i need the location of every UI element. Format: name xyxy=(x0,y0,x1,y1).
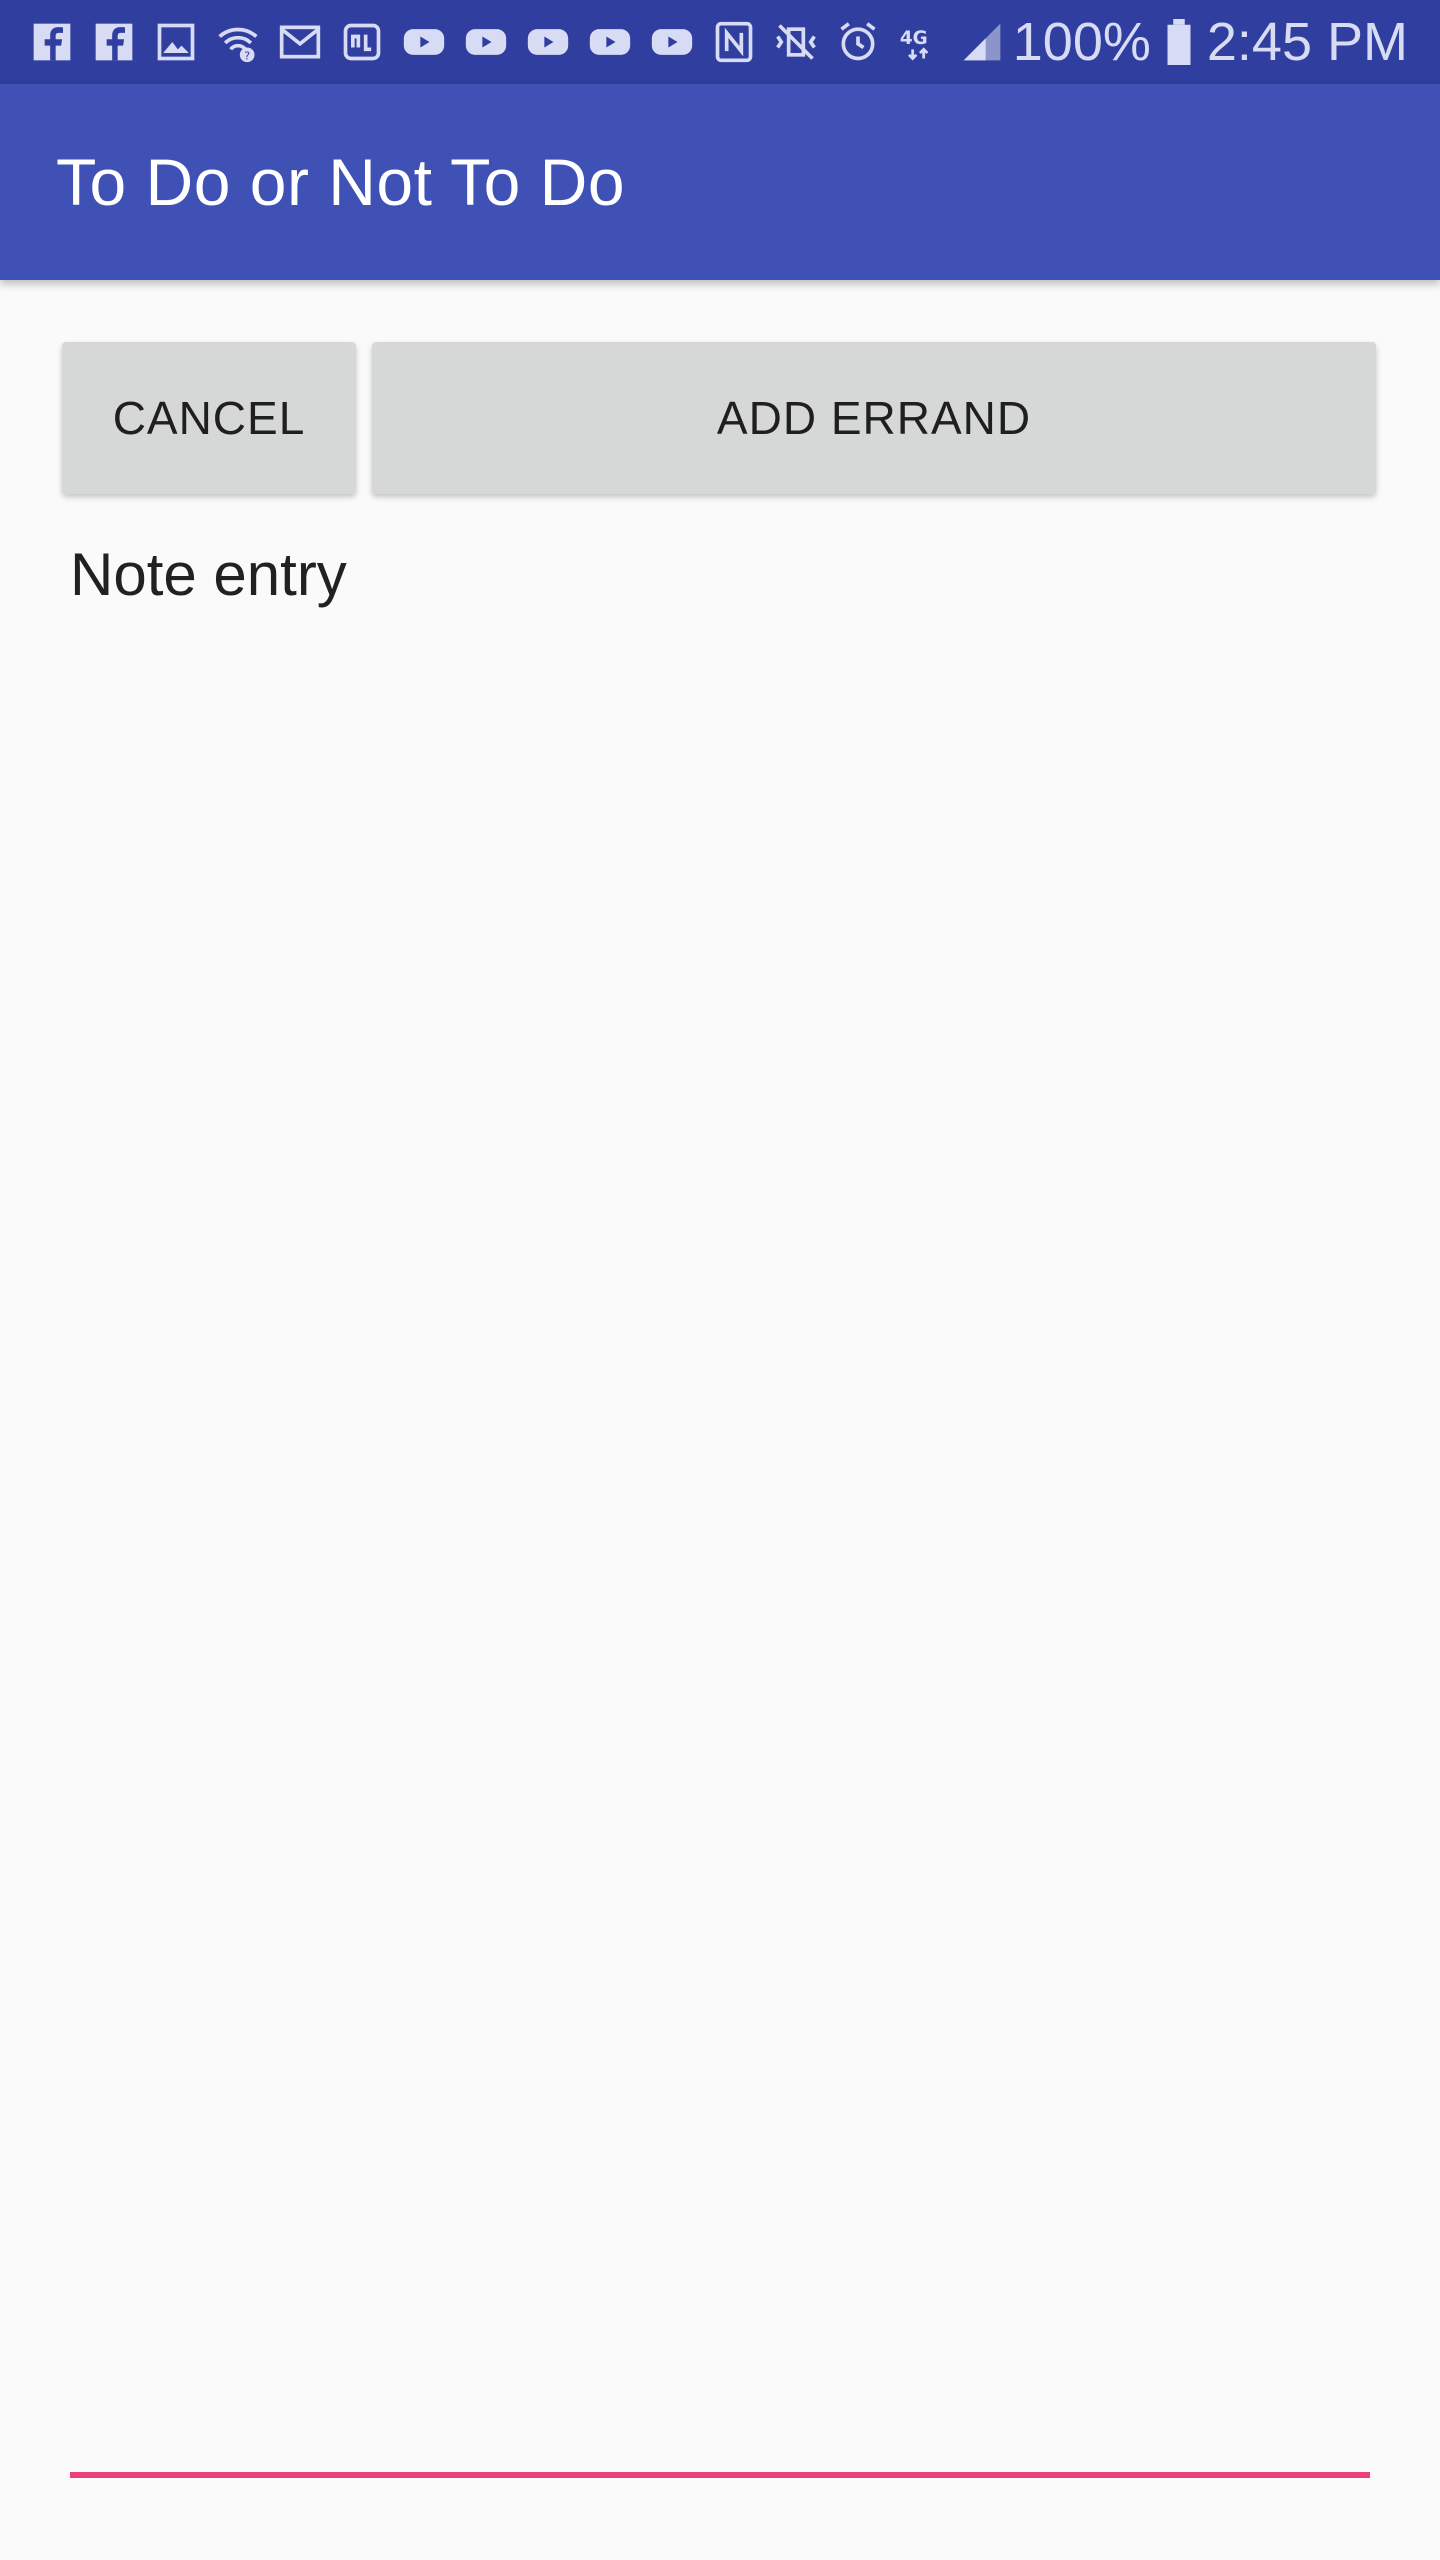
facebook-icon xyxy=(90,18,138,66)
note-entry-placeholder: Note entry xyxy=(70,541,347,608)
status-bar: ? 4G 100% 2:45 PM xyxy=(0,0,1440,84)
alarm-icon xyxy=(834,18,882,66)
youtube-icon xyxy=(648,18,696,66)
wifi-question-icon: ? xyxy=(214,18,262,66)
sensor-icon xyxy=(338,18,386,66)
youtube-icon xyxy=(462,18,510,66)
app-bar: To Do or Not To Do xyxy=(0,84,1440,280)
status-right: 100% 2:45 PM xyxy=(1013,11,1408,73)
lte-icon: 4G xyxy=(896,18,944,66)
nfc-icon xyxy=(710,18,758,66)
svg-text:4G: 4G xyxy=(900,28,928,49)
add-errand-button[interactable]: ADD ERRAND xyxy=(372,342,1376,494)
notification-icons: ? 4G xyxy=(28,18,1006,66)
youtube-icon xyxy=(400,18,448,66)
battery-percentage: 100% xyxy=(1012,12,1151,72)
youtube-icon xyxy=(586,18,634,66)
vibrate-off-icon xyxy=(772,18,820,66)
signal-icon xyxy=(958,18,1006,66)
app-title: To Do or Not To Do xyxy=(56,145,626,219)
gmail-icon xyxy=(276,18,324,66)
note-entry-field[interactable]: Note entry xyxy=(70,540,1370,2490)
svg-text:?: ? xyxy=(244,49,250,62)
youtube-icon xyxy=(524,18,572,66)
battery-icon xyxy=(1165,18,1193,66)
cancel-button[interactable]: CANCEL xyxy=(62,342,356,494)
clock: 2:45 PM xyxy=(1206,12,1408,72)
gallery-icon xyxy=(152,18,200,66)
note-entry-underline xyxy=(70,2472,1370,2478)
facebook-icon xyxy=(28,18,76,66)
